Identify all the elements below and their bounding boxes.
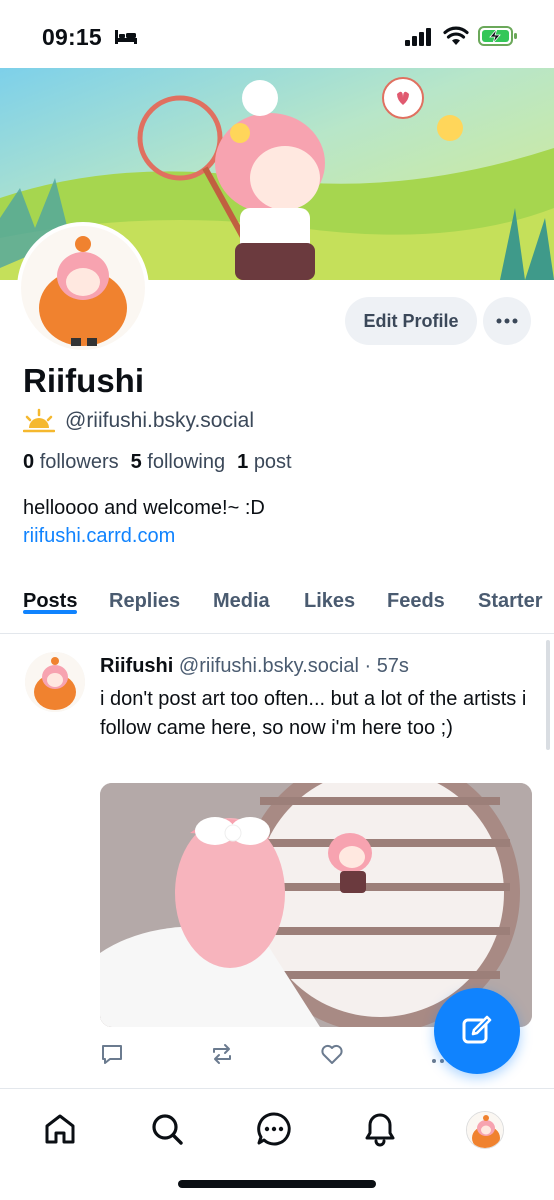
tab-likes[interactable]: Likes [304,580,355,613]
nav-notifications[interactable] [360,1109,400,1149]
tab-label: Posts [23,590,78,612]
sun-icon [23,408,55,433]
nav-search[interactable] [147,1109,187,1149]
tab-starter[interactable]: Starter [478,580,542,613]
display-name: Riifushi [23,362,144,399]
handle-row: @riifushi.bsky.social [23,408,254,434]
tab-label: Likes [304,590,356,612]
post-text: i don't post art too often... but a lot … [100,688,527,739]
signal-icon [405,28,431,46]
profile-stats: 0 followers 5 following 1 post [23,451,292,474]
profile-bio: helloooo and welcome!~ :D [23,497,265,519]
home-indicator[interactable] [178,1180,376,1188]
tab-label: Feeds [387,590,445,612]
post-separator: · [364,655,372,677]
followers-count: 0 [23,451,35,473]
repost-icon[interactable] [210,1043,234,1065]
status-time: 09:15 [42,24,102,50]
reply-icon[interactable] [100,1043,124,1065]
profile-more-button[interactable] [483,297,531,345]
tab-label: Replies [109,590,181,612]
profile-link[interactable]: riifushi.carrd.com [23,525,175,548]
post-avatar-illustration [25,652,85,712]
tab-media[interactable]: Media [213,580,270,613]
post-header: Riifushi @riifushi.bsky.social · 57s [100,655,409,678]
compose-icon [462,1015,492,1044]
post-author-name[interactable]: Riifushi [100,655,173,677]
nav-profile-avatar[interactable] [466,1111,504,1149]
scrollbar[interactable] [546,640,550,750]
profile-handle: @riifushi.bsky.social [65,409,254,432]
edit-profile-button[interactable]: Edit Profile [345,297,477,345]
profile-tabs: Posts Replies Media Likes Feeds Starter [0,580,554,634]
nav-chat[interactable] [254,1109,294,1149]
following-count: 5 [130,451,142,473]
search-icon [152,1114,183,1145]
home-icon [45,1114,75,1144]
post-timestamp: 57s [376,655,409,677]
tab-replies[interactable]: Replies [109,580,180,613]
followers-stat[interactable]: 0 followers [23,451,119,474]
tab-label: Starter [478,590,543,612]
following-stat[interactable]: 5 following [131,451,226,474]
posts-stat: 1 post [237,451,292,474]
posts-count: 1 [237,451,249,473]
ellipsis-icon [496,318,518,324]
battery-charging-icon [478,26,517,46]
bed-icon [115,30,137,44]
tab-active-indicator [23,610,78,614]
wifi-icon [443,26,469,45]
post-author-handle[interactable]: @riifushi.bsky.social [179,655,359,677]
profile-avatar[interactable] [17,222,149,354]
following-label: following [147,451,226,473]
followers-label: followers [39,451,119,473]
avatar-illustration [21,226,145,350]
status-bar: 09:15 [0,0,554,68]
bell-icon [365,1113,395,1147]
tab-posts[interactable]: Posts [23,580,78,614]
compose-button[interactable] [434,988,520,1074]
posts-label: post [253,451,292,473]
nav-home[interactable] [40,1109,80,1149]
post-author-avatar[interactable] [25,652,85,712]
nav-avatar-illustration [467,1112,503,1148]
tab-feeds[interactable]: Feeds [387,580,445,613]
chat-icon [257,1112,291,1146]
like-icon[interactable] [320,1043,344,1065]
tab-label: Media [213,590,270,612]
